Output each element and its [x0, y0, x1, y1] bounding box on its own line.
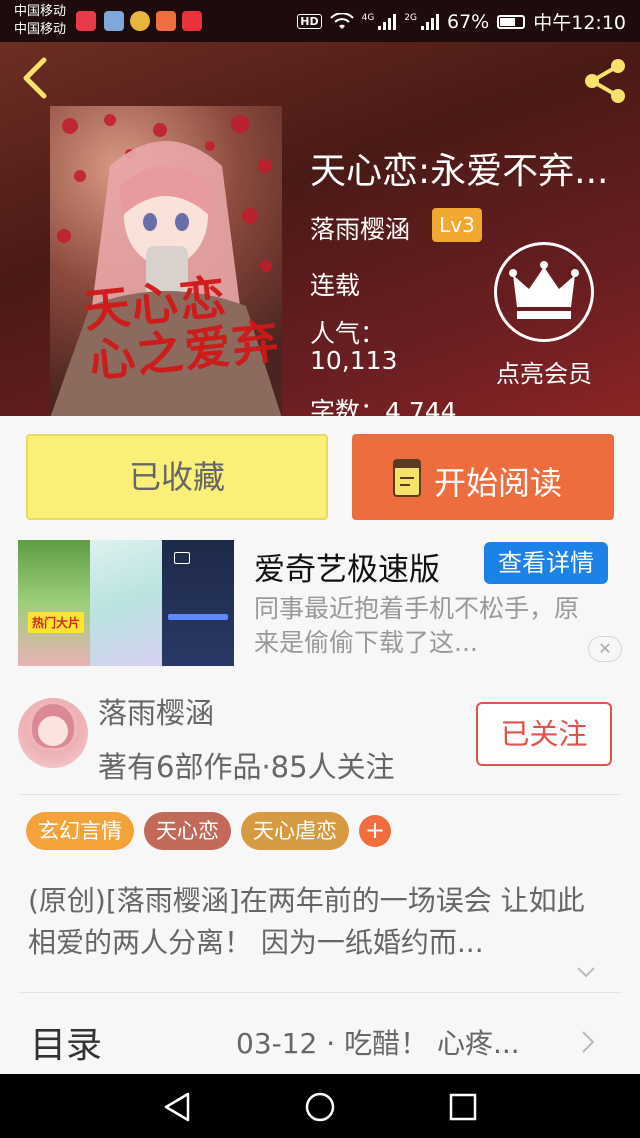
- ad-image-tag: 热门大片: [28, 612, 85, 633]
- notification-app-icon: [156, 11, 176, 31]
- start-reading-button[interactable]: 开始阅读: [352, 434, 614, 520]
- notification-app-icon: [182, 11, 202, 31]
- back-icon[interactable]: [18, 56, 52, 100]
- ad-description[interactable]: 同事最近抱着手机不松手，原来是偷偷下载了这...: [254, 592, 594, 660]
- network-type-2: 2G: [404, 12, 417, 23]
- status-bar: 中国移动 中国移动 HD 4G 2G 67% 中午12:10: [0, 0, 640, 42]
- author-name[interactable]: 落雨樱涵: [310, 210, 410, 246]
- toc-latest-chapter[interactable]: 03-12 · 吃醋！ 心疼...: [236, 1022, 520, 1062]
- popularity-label: 人气：: [310, 319, 386, 348]
- vip-button[interactable]: 点亮会员: [480, 242, 608, 392]
- divider: [18, 992, 622, 993]
- ad-close-icon[interactable]: ✕: [588, 636, 622, 662]
- popularity-value: 10,113: [310, 346, 398, 375]
- clock: 中午12:10: [533, 12, 626, 34]
- nav-recents-icon[interactable]: [446, 1090, 480, 1124]
- network-type-1: 4G: [361, 12, 375, 23]
- author-stats: 著有6部作品·85人关注: [98, 750, 395, 784]
- share-icon[interactable]: [580, 56, 630, 106]
- battery-percent: 67%: [447, 10, 490, 33]
- notification-app-icon: [104, 11, 124, 31]
- book-description[interactable]: (原创)[落雨樱涵]在两年前的一场误会 让如此相爱的两人分离！ 因为一纸婚约而.…: [28, 880, 612, 964]
- wifi-icon: [329, 12, 354, 29]
- tag-list: 玄幻言情 天心恋 天心虐恋 +: [26, 812, 391, 850]
- chevron-right-icon[interactable]: [580, 1030, 596, 1054]
- ad-title[interactable]: 爱奇艺极速版: [254, 544, 440, 589]
- iqiyi-logo-icon: [174, 552, 190, 564]
- tag-item[interactable]: 天心恋: [144, 812, 231, 850]
- follow-button[interactable]: 已关注: [476, 702, 612, 766]
- author-avatar[interactable]: [18, 698, 88, 768]
- signal-icon: [421, 13, 439, 30]
- expand-chevron-down-icon[interactable]: [576, 962, 596, 982]
- author-card-name[interactable]: 落雨樱涵: [98, 690, 214, 732]
- cover-title-art: 天心恋 心之爱弃: [81, 269, 282, 388]
- book-cover[interactable]: 天心恋 心之爱弃: [50, 106, 282, 416]
- favorite-button[interactable]: 已收藏: [26, 434, 328, 520]
- word-count: 字数：4,744: [310, 397, 457, 416]
- vip-circle: [494, 242, 594, 342]
- book-title: 天心恋:永爱不弃...: [310, 151, 609, 192]
- book-header: 天心恋 心之爱弃 天心恋:永爱不弃... 落雨樱涵 Lv3 连载 人气： 10,…: [0, 42, 640, 416]
- toc-label[interactable]: 目录: [30, 1016, 102, 1068]
- divider: [18, 794, 622, 795]
- notification-app-icon: [76, 11, 96, 31]
- author-level-badge: Lv3: [432, 208, 482, 242]
- ad-image: [162, 540, 234, 666]
- hd-icon: HD: [297, 14, 322, 29]
- serial-status: 连载: [310, 271, 361, 300]
- crown-icon: [509, 261, 579, 319]
- ad-image: 热门大片: [18, 540, 90, 666]
- start-reading-label: 开始阅读: [434, 464, 563, 502]
- book-icon: [393, 459, 421, 497]
- ad-image-strip[interactable]: 热门大片: [18, 540, 234, 666]
- carrier-2: 中国移动: [14, 22, 67, 37]
- nav-back-icon[interactable]: [160, 1090, 194, 1124]
- ad-image-banner: [168, 614, 228, 620]
- tag-item[interactable]: 玄幻言情: [26, 812, 134, 850]
- carrier-1: 中国移动: [14, 4, 67, 19]
- ad-detail-button[interactable]: 查看详情: [484, 542, 608, 584]
- battery-icon: [497, 14, 526, 29]
- signal-icon: [378, 13, 397, 30]
- system-nav-bar: [0, 1074, 640, 1138]
- nav-home-icon[interactable]: [303, 1090, 337, 1124]
- add-tag-button[interactable]: +: [359, 815, 391, 847]
- carrier-info: 中国移动 中国移动: [14, 3, 66, 39]
- vip-label: 点亮会员: [496, 360, 592, 388]
- notification-app-icon: [130, 11, 150, 31]
- tag-item[interactable]: 天心虐恋: [241, 812, 349, 850]
- ad-image: [90, 540, 162, 666]
